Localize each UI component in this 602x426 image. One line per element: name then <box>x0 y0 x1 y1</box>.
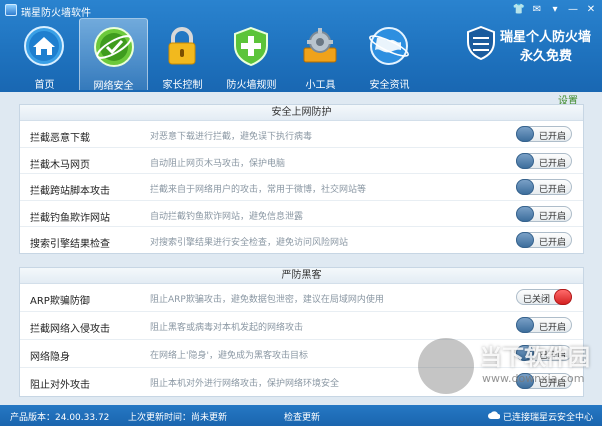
nav-label-firewall-rules: 防火墙规则 <box>226 80 277 91</box>
lock-icon <box>168 27 196 65</box>
app-logo-icon <box>5 4 17 16</box>
toggle-state: 已开启 <box>539 238 567 248</box>
message-button[interactable]: ✉ <box>530 3 544 16</box>
close-button[interactable]: ✕ <box>584 3 598 16</box>
feature-name: 拦截跨站脚本攻击 <box>30 186 110 197</box>
feature-description: 阻止ARP欺骗攻击，避免数据包泄密，建议在局域网内使用 <box>150 295 384 305</box>
free-firewall-promo: 瑞星个人防火墙 永久免费 <box>466 24 594 64</box>
toggle-knob <box>516 317 534 333</box>
feature-toggle[interactable]: 已开启 <box>516 152 572 169</box>
nav-label-security-news: 安全资讯 <box>369 80 410 91</box>
section-safe-browsing: 安全上网防护 拦截恶意下载 对恶意下载进行拦截，避免误下执行病毒 已开启 拦截木… <box>19 104 584 254</box>
list-item: ARP欺骗防御 阻止ARP欺骗攻击，避免数据包泄密，建议在局域网内使用 已关闭 <box>20 284 583 312</box>
last-update-time: 上次更新时间：尚未更新 <box>128 413 228 423</box>
globe-icon <box>369 27 409 65</box>
gear-toolbox-icon <box>303 28 337 63</box>
nav-item-firewall-rules[interactable]: 防火墙规则 <box>217 18 286 91</box>
nav-label-tools: 小工具 <box>305 80 336 91</box>
main-nav: 首页 网络安全 家长控制 防火墙规则 小工具 安全资讯 <box>10 18 424 92</box>
section-title: 严防黑客 <box>20 268 583 284</box>
section-title: 安全上网防护 <box>20 105 583 121</box>
toggle-knob <box>516 126 534 142</box>
status-bar: 产品版本：24.00.33.72 上次更新时间：尚未更新 检查更新 已连接瑞星云… <box>0 405 602 426</box>
header: 瑞星防火墙软件 👕 ✉ ▾ — ✕ 首页 网络安全 家长控制 防火墙规则 小工具… <box>0 0 602 92</box>
toggle-knob <box>516 345 534 361</box>
shield-logo-icon <box>467 26 495 60</box>
feature-description: 拦截来自于网络用户的攻击，常用于微博，社交网站等 <box>150 185 367 195</box>
list-item: 拦截网络入侵攻击 阻止黑客或病毒对本机发起的网络攻击 已开启 <box>20 312 583 340</box>
skin-button[interactable]: 👕 <box>512 3 526 16</box>
feature-description: 阻止本机对外进行网络攻击，保护网络环境安全 <box>150 379 340 389</box>
feature-description: 对搜索引擎结果进行安全检查，避免访问风险网站 <box>150 238 349 248</box>
toggle-knob <box>516 373 534 389</box>
toggle-state: 已开启 <box>539 323 567 333</box>
toggle-knob <box>554 289 572 305</box>
list-item: 拦截木马网页 自动阻止网页木马攻击，保护电脑 已开启 <box>20 148 583 174</box>
feature-description: 自动阻止网页木马攻击，保护电脑 <box>150 158 286 169</box>
toggle-state: 已开启 <box>539 185 567 195</box>
list-item: 阻止对外攻击 阻止本机对外进行网络攻击，保护网络环境安全 已开启 <box>20 368 583 396</box>
toggle-state: 已关闭 <box>523 295 551 305</box>
list-item: 搜索引擎结果检查 对搜索引擎结果进行安全检查，避免访问风险网站 已开启 <box>20 227 583 254</box>
feature-toggle[interactable]: 已开启 <box>516 232 572 248</box>
nav-item-home[interactable]: 首页 <box>10 18 79 91</box>
cloud-icon <box>488 411 500 419</box>
nav-item-tools[interactable]: 小工具 <box>286 18 355 91</box>
title-bar: 瑞星防火墙软件 👕 ✉ ▾ — ✕ <box>0 0 602 20</box>
menu-button[interactable]: ▾ <box>548 3 562 16</box>
nav-label-home: 首页 <box>34 80 55 91</box>
feature-toggle[interactable]: 已关闭 <box>516 289 572 305</box>
nav-item-parental-control[interactable]: 家长控制 <box>148 18 217 91</box>
product-version: 产品版本：24.00.33.72 <box>10 413 110 423</box>
list-item: 网络隐身 在网络上'隐身'，避免成为黑客攻击目标 已开启 <box>20 340 583 368</box>
home-icon <box>24 26 64 66</box>
toggle-knob <box>516 152 534 169</box>
feature-toggle[interactable]: 已开启 <box>516 179 572 195</box>
minimize-button[interactable]: — <box>566 3 580 16</box>
list-item: 拦截跨站脚本攻击 拦截来自于网络用户的攻击，常用于微博，社交网站等 已开启 <box>20 174 583 201</box>
feature-name: 搜索引擎结果检查 <box>30 239 110 250</box>
feature-name: 拦截网络入侵攻击 <box>30 324 110 335</box>
toggle-knob <box>516 179 534 195</box>
network-security-icon <box>94 27 134 67</box>
toggle-state: 已开启 <box>539 211 567 222</box>
cloud-status: 已连接瑞星云安全中心 <box>503 413 594 423</box>
toggle-state: 已开启 <box>539 158 567 169</box>
feature-toggle[interactable]: 已开启 <box>516 317 572 333</box>
feature-toggle[interactable]: 已开启 <box>516 126 572 142</box>
promo-line-1: 瑞星个人防火墙 <box>500 30 592 45</box>
feature-name: 拦截木马网页 <box>30 159 90 171</box>
nav-item-security-news[interactable]: 安全资讯 <box>355 18 424 91</box>
nav-item-network-security[interactable]: 网络安全 <box>79 18 148 92</box>
toggle-knob <box>516 232 534 248</box>
feature-description: 阻止黑客或病毒对本机发起的网络攻击 <box>150 323 304 333</box>
feature-toggle[interactable]: 已开启 <box>516 373 572 389</box>
feature-toggle[interactable]: 已开启 <box>516 345 572 361</box>
toggle-state: 已开启 <box>539 132 567 142</box>
feature-name: ARP欺骗防御 <box>30 296 90 307</box>
feature-toggle[interactable]: 已开启 <box>516 205 572 222</box>
nav-label-parental-control: 家长控制 <box>162 80 203 91</box>
feature-description: 自动拦截钓鱼欺诈网站，避免信息泄露 <box>150 211 304 222</box>
promo-line-2: 永久免费 <box>520 49 573 64</box>
feature-name: 网络隐身 <box>30 352 70 363</box>
shield-icon <box>234 26 268 67</box>
feature-name: 拦截钓鱼欺诈网站 <box>30 212 110 224</box>
toggle-state: 已开启 <box>539 379 567 389</box>
list-item: 拦截钓鱼欺诈网站 自动拦截钓鱼欺诈网站，避免信息泄露 已开启 <box>20 201 583 227</box>
list-item: 拦截恶意下载 对恶意下载进行拦截，避免误下执行病毒 已开启 <box>20 121 583 148</box>
feature-name: 阻止对外攻击 <box>30 380 90 391</box>
firewall-app-window: 瑞星防火墙软件 👕 ✉ ▾ — ✕ 首页 网络安全 家长控制 防火墙规则 小工具… <box>0 0 602 426</box>
check-update-link[interactable]: 检查更新 <box>284 410 320 423</box>
nav-label-network-security: 网络安全 <box>93 81 134 92</box>
feature-description: 对恶意下载进行拦截，避免误下执行病毒 <box>150 132 313 142</box>
toggle-knob <box>516 205 534 222</box>
feature-name: 拦截恶意下载 <box>30 133 90 144</box>
window-title: 瑞星防火墙软件 <box>21 8 91 19</box>
toggle-state: 已开启 <box>539 351 567 361</box>
feature-description: 在网络上'隐身'，避免成为黑客攻击目标 <box>150 351 308 361</box>
window-controls: 👕 ✉ ▾ — ✕ <box>512 3 598 16</box>
section-anti-hacker: 严防黑客 ARP欺骗防御 阻止ARP欺骗攻击，避免数据包泄密，建议在局域网内使用… <box>19 267 584 397</box>
